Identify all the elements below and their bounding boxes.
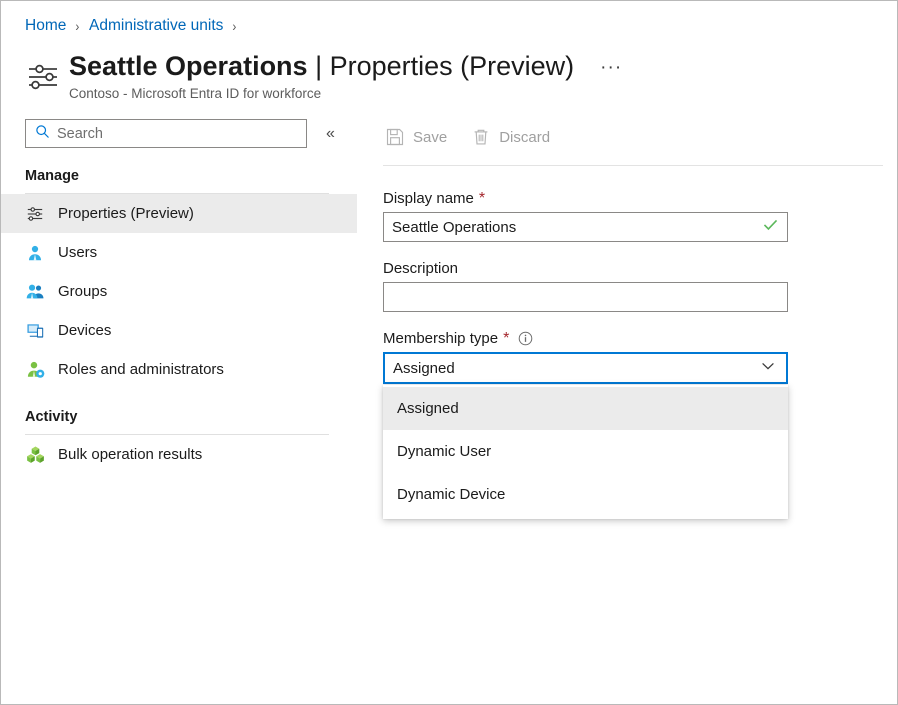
page-title-section: | Properties (Preview) [307, 51, 575, 81]
discard-button[interactable]: Discard [469, 122, 560, 152]
page-title-unit-name: Seattle Operations [69, 51, 308, 81]
membership-type-selected-value: Assigned [393, 359, 455, 377]
sidebar-item-label: Groups [58, 283, 108, 300]
display-name-input[interactable] [383, 212, 788, 242]
sidebar-item-label: Devices [58, 322, 112, 339]
required-marker: * [503, 329, 510, 347]
dropdown-option-assigned[interactable]: Assigned [383, 387, 788, 430]
description-field: Description [383, 260, 897, 312]
display-name-field: Display name * [383, 190, 897, 242]
sidebar-group-header-activity: Activity [25, 409, 78, 425]
sidebar-item-label: Bulk operation results [58, 446, 203, 463]
save-button-label: Save [413, 128, 448, 146]
sidebar-group-manage: Manage Properties (Preview) Users Groups… [1, 168, 357, 389]
device-monitor-icon [25, 321, 45, 341]
description-label-text: Description [383, 260, 459, 277]
sidebar-group-activity: Activity Bulk operation results [1, 409, 357, 474]
breadcrumb-item-home[interactable]: Home [25, 17, 66, 35]
breadcrumb: Home › Administrative units › [1, 1, 897, 39]
page-title-line: Seattle Operations | Properties (Preview… [69, 49, 626, 83]
properties-form: Display name * Des [383, 166, 897, 519]
users-group-icon [25, 282, 45, 302]
search-input[interactable] [57, 125, 282, 142]
dropdown-option-label: Assigned [397, 400, 459, 417]
breadcrumb-separator-icon: › [232, 18, 237, 34]
search-box[interactable] [25, 119, 307, 148]
membership-type-select-wrap: Assigned Assigned Dynamic User Dynamic D… [383, 352, 788, 519]
sliders-icon [25, 204, 45, 224]
sidebar-item-roles-and-administrators[interactable]: Roles and administrators [1, 350, 357, 389]
sidebar-group-header-manage: Manage [25, 168, 79, 184]
display-name-label: Display name * [383, 190, 897, 207]
content-pane: Save Discard Display name * Seattle Oper… [357, 115, 897, 519]
azure-portal-window: Home › Administrative units › Seattle Op… [0, 0, 898, 705]
discard-button-label: Discard [499, 128, 551, 146]
breadcrumb-item-administrative-units[interactable]: Administrative units [89, 17, 223, 35]
breadcrumb-separator-icon: › [75, 18, 80, 34]
user-role-icon [25, 360, 45, 380]
info-icon[interactable] [518, 331, 533, 346]
sliders-icon [23, 57, 63, 97]
sidebar-item-users[interactable]: Users [1, 233, 357, 272]
membership-type-label: Membership type * [383, 330, 897, 347]
save-disk-icon [385, 127, 405, 147]
trash-icon [471, 127, 491, 147]
membership-type-field: Membership type * Assigned Assigned Dyna… [383, 330, 897, 519]
sidebar-item-groups[interactable]: Groups [1, 272, 357, 311]
sidebar-item-properties[interactable]: Properties (Preview) [1, 194, 357, 233]
bulk-cubes-icon [25, 445, 45, 465]
sidebar: « Manage [1, 115, 357, 474]
page-title-block: Seattle Operations | Properties (Preview… [69, 49, 626, 101]
sidebar-item-label: Properties (Preview) [58, 205, 194, 222]
chevron-down-icon [760, 358, 776, 378]
page-title: Seattle Operations | Properties (Preview… [69, 49, 574, 83]
description-input[interactable] [383, 282, 788, 312]
page-header: Seattle Operations | Properties (Preview… [1, 39, 897, 101]
display-name-label-text: Display name [383, 190, 474, 207]
membership-type-select[interactable]: Assigned [383, 352, 788, 384]
membership-type-label-text: Membership type [383, 330, 499, 347]
dropdown-option-label: Dynamic User [397, 443, 492, 460]
more-options-icon[interactable]: ··· [596, 57, 626, 83]
dropdown-option-dynamic-device[interactable]: Dynamic Device [383, 473, 788, 516]
collapse-sidebar-icon[interactable]: « [321, 123, 340, 145]
sidebar-search-row: « [1, 119, 357, 148]
command-bar: Save Discard [383, 115, 897, 157]
description-input-wrap [383, 282, 788, 312]
body-container: « Manage [1, 115, 897, 519]
dropdown-option-label: Dynamic Device [397, 486, 506, 503]
sidebar-item-label: Users [58, 244, 98, 261]
page-subtitle: Contoso - Microsoft Entra ID for workfor… [69, 86, 322, 101]
required-marker: * [478, 189, 486, 207]
search-icon [26, 124, 57, 144]
display-name-input-wrap [383, 212, 788, 242]
user-icon [25, 243, 45, 263]
save-button[interactable]: Save [383, 122, 457, 152]
sidebar-item-label: Roles and administrators [58, 361, 224, 378]
sidebar-item-devices[interactable]: Devices [1, 311, 357, 350]
description-label: Description [383, 260, 897, 277]
dropdown-option-dynamic-user[interactable]: Dynamic User [383, 430, 788, 473]
membership-type-dropdown: Assigned Dynamic User Dynamic Device [383, 385, 788, 519]
sidebar-item-bulk-operation-results[interactable]: Bulk operation results [1, 435, 357, 474]
